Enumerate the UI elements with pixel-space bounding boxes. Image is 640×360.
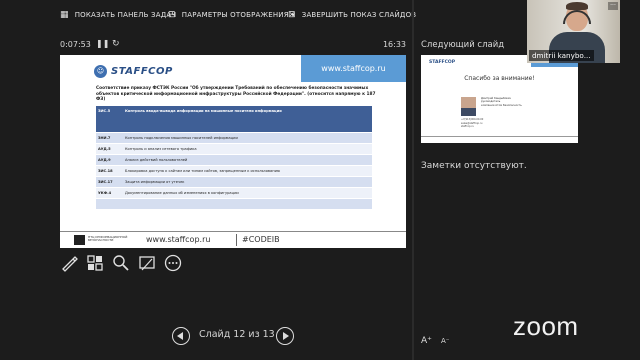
speaker-company: компании Атом Безопасность — [481, 103, 522, 107]
requirement-code: УКФ.4 — [96, 187, 123, 199]
zoom-logo: zoom — [513, 311, 579, 341]
requirement-code: ЗИС.5 — [96, 106, 123, 133]
more-options-icon[interactable] — [164, 254, 182, 272]
taskbar-icon: ▦ — [60, 10, 69, 20]
slide-footer-logo-text: НТЦ ИНФОРМАЦИОННОЙ БЕЗОПАСНОСТИ — [88, 235, 128, 243]
table-row: ЗИС.18 Блокировка доступа к сайтам или ти… — [96, 165, 372, 177]
end-show-icon: ⊠ — [288, 10, 296, 20]
restart-icon[interactable]: ↻ — [112, 39, 120, 49]
next-slide-label: Следующий слайд — [421, 40, 505, 50]
slide-heading: Соответствие приказу ФСТЭК России "Об ут… — [96, 86, 376, 102]
slide-counter: Слайд 12 из 13 — [199, 329, 275, 340]
elapsed-time: 0:07:53 — [60, 40, 91, 49]
participant-hair — [566, 2, 588, 10]
table-row — [96, 198, 372, 210]
requirement-text: Анализ действий пользователей — [123, 154, 372, 166]
current-slide: ☺ STAFFCOP www.staffcop.ru Соответствие … — [60, 55, 406, 248]
slide-footer-hashtag: #CODEIB — [242, 235, 280, 244]
increase-font-button[interactable]: A⁺ — [421, 336, 432, 346]
prev-arrow-icon[interactable] — [172, 327, 190, 345]
table-row: ЗИС.5 Контроль ввода-вывода информации на… — [96, 106, 372, 133]
end-show-label: ЗАВЕРШИТЬ ПОКАЗ СЛАЙДОВ — [301, 11, 417, 19]
slide-logo: ☺ STAFFCOP — [94, 65, 173, 78]
requirement-code: ЗИС.17 — [96, 176, 123, 188]
staffcop-logo-icon: ☺ — [94, 65, 107, 78]
slide-url-box: www.staffcop.ru — [301, 55, 406, 82]
slide-footer-divider — [60, 231, 406, 232]
slide-logo-text: STAFFCOP — [111, 66, 173, 77]
display-settings-button[interactable]: ⊟ ПАРАМЕТРЫ ОТОБРАЖЕНИЯ ▾ — [168, 10, 295, 20]
pause-icon[interactable]: ❚❚ — [96, 39, 109, 48]
slides-grid-icon[interactable] — [86, 254, 104, 272]
requirement-text: Контроль подключения машинных носителей … — [123, 132, 372, 144]
slide-table: ЗИС.5 Контроль ввода-вывода информации на… — [96, 106, 372, 210]
panel-divider[interactable] — [412, 0, 414, 360]
next-slide-preview[interactable]: STAFFCOP www.staffcop.ru Спасибо за вним… — [421, 55, 578, 143]
ntc-logo-icon — [74, 235, 85, 245]
laser-pointer-icon[interactable] — [138, 254, 156, 272]
show-taskbar-button[interactable]: ▦ ПОКАЗАТЬ ПАНЕЛЬ ЗАДАЧ — [60, 10, 176, 20]
slide-footer-separator — [236, 234, 237, 246]
participant-video[interactable]: ··· dmitrii kanybo... — [527, 0, 620, 63]
pen-icon[interactable] — [60, 254, 78, 272]
next-slide-thanks: Спасибо за внимание! — [464, 75, 535, 82]
display-settings-icon: ⊟ — [168, 10, 176, 20]
requirement-code — [96, 198, 123, 210]
clock: 16:33 — [382, 40, 406, 49]
next-slide-logo: STAFFCOP — [429, 60, 456, 65]
show-taskbar-label: ПОКАЗАТЬ ПАНЕЛЬ ЗАДАЧ — [74, 11, 177, 19]
end-show-button[interactable]: ⊠ ЗАВЕРШИТЬ ПОКАЗ СЛАЙДОВ — [288, 10, 416, 20]
table-row: ЗИС.17 Защита информации от утечек — [96, 176, 372, 188]
participant-name: dmitrii kanybo... — [529, 50, 594, 61]
requirement-text: Контроль и анализ сетевого трафика — [123, 143, 372, 155]
notes-text: Заметки отсутствуют. — [421, 161, 527, 171]
speaker-info: Дмитрий Кандыбович руководитель компании… — [481, 97, 541, 107]
requirement-code: ЗНИ.7 — [96, 132, 123, 144]
table-row: ЗНИ.7 Контроль подключения машинных носит… — [96, 132, 372, 144]
requirement-text: Защита информации от утечек — [123, 176, 372, 188]
display-settings-label: ПАРАМЕТРЫ ОТОБРАЖЕНИЯ ▾ — [181, 11, 295, 19]
timer-row: 0:07:53 ❚❚ ↻ 16:33 — [60, 39, 406, 54]
requirement-text: Контроль ввода-вывода информации на маши… — [123, 106, 372, 133]
table-row: АУД.5 Контроль и анализ сетевого трафика — [96, 143, 372, 155]
table-row: УКФ.4 Документирование данных об изменени… — [96, 187, 372, 199]
presenter-view: ▦ ПОКАЗАТЬ ПАНЕЛЬ ЗАДАЧ ⊟ ПАРАМЕТРЫ ОТОБ… — [0, 0, 640, 360]
zoom-in-icon[interactable] — [112, 254, 130, 272]
requirement-code: ЗИС.18 — [96, 165, 123, 177]
speaker-contacts: +7(913)000-00-00 sales@staffcop.ru staff… — [461, 118, 484, 129]
next-arrow-icon[interactable] — [276, 327, 294, 345]
requirement-text: Документирование данных об изменениях в … — [123, 187, 372, 199]
requirement-text — [123, 198, 372, 210]
table-row: АУД.9 Анализ действий пользователей — [96, 154, 372, 166]
requirement-code: АУД.9 — [96, 154, 123, 166]
next-slide-footer-divider — [421, 136, 578, 137]
slide-footer-url: www.staffcop.ru — [146, 235, 211, 244]
speaker-photo — [461, 97, 476, 116]
requirement-text: Блокировка доступа к сайтам или типам са… — [123, 165, 372, 177]
requirement-code: АУД.5 — [96, 143, 123, 155]
video-menu-icon[interactable]: ··· — [608, 2, 618, 10]
decrease-font-button[interactable]: A⁻ — [441, 337, 449, 345]
